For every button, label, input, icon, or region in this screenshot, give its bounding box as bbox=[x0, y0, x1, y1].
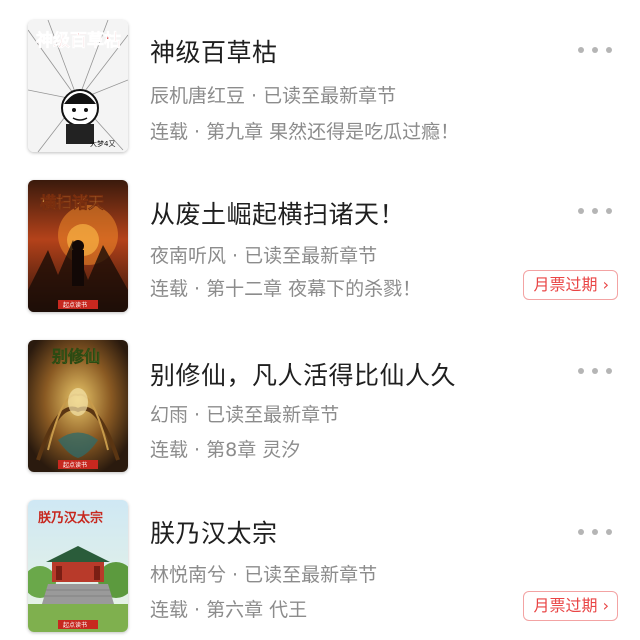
cover-publisher-text: 起点读书 bbox=[63, 461, 87, 469]
more-dots-icon[interactable] bbox=[578, 366, 612, 376]
cover-art: 神级百草枯 大梦4又 bbox=[28, 20, 128, 152]
book-update-status: 连载 · 第六章 代王 bbox=[150, 599, 308, 621]
cover-title-text: 横扫诸天 bbox=[40, 193, 105, 212]
bookshelf-list: 神级百草枯 大梦4又 神级百草枯 辰机唐红豆 · 已读至最新章节 连载 · 第九… bbox=[0, 0, 640, 640]
book-author-progress: 夜南听风 · 已读至最新章节 bbox=[150, 245, 378, 267]
cover-title-text: 神级百草枯 bbox=[36, 30, 121, 51]
book-cover[interactable]: 神级百草枯 大梦4又 bbox=[28, 20, 128, 152]
book-cover[interactable]: 别修仙 起点读书 bbox=[28, 340, 128, 472]
cover-publisher-text: 起点读书 bbox=[63, 621, 87, 629]
book-author-progress: 幻雨 · 已读至最新章节 bbox=[150, 404, 340, 426]
cover-author-text: 大梦4又 bbox=[90, 139, 115, 148]
more-dots-icon[interactable] bbox=[578, 45, 612, 55]
cover-publisher-text: 起点读书 bbox=[63, 301, 87, 309]
book-update-status: 连载 · 第十二章 夜幕下的杀戮！ bbox=[150, 278, 422, 300]
book-row[interactable]: 别修仙 起点读书 别修仙，凡人活得比仙人久 幻雨 · 已读至最新章节 连载 · … bbox=[0, 320, 640, 480]
book-cover[interactable]: 横扫诸天 起点读书 bbox=[28, 180, 128, 312]
cover-title-text: 别修仙 bbox=[51, 347, 100, 366]
cover-art: 朕乃汉太宗 起点读书 bbox=[28, 500, 128, 632]
book-author-progress: 林悦南兮 · 已读至最新章节 bbox=[150, 564, 378, 586]
book-title[interactable]: 神级百草枯 bbox=[150, 33, 278, 69]
cover-art: 别修仙 起点读书 bbox=[28, 340, 128, 472]
book-title[interactable]: 从废土崛起横扫诸天！ bbox=[150, 195, 405, 231]
book-update-status: 连载 · 第九章 果然还得是吃瓜过瘾！ bbox=[150, 121, 460, 143]
book-author-progress: 辰机唐红豆 · 已读至最新章节 bbox=[150, 85, 397, 107]
book-title[interactable]: 别修仙，凡人活得比仙人久 bbox=[150, 356, 456, 392]
book-row[interactable]: 横扫诸天 起点读书 从废土崛起横扫诸天！ 夜南听风 · 已读至最新章节 连载 ·… bbox=[0, 160, 640, 320]
cover-art: 横扫诸天 起点读书 bbox=[28, 180, 128, 312]
book-cover[interactable]: 朕乃汉太宗 起点读书 bbox=[28, 500, 128, 632]
book-row[interactable]: 神级百草枯 大梦4又 神级百草枯 辰机唐红豆 · 已读至最新章节 连载 · 第九… bbox=[0, 0, 640, 160]
book-title[interactable]: 朕乃汉太宗 bbox=[150, 514, 278, 550]
more-dots-icon[interactable] bbox=[578, 206, 612, 216]
book-row[interactable]: 朕乃汉太宗 起点读书 朕乃汉太宗 林悦南兮 · 已读至最新章节 连载 · 第六章… bbox=[0, 480, 640, 640]
more-dots-icon[interactable] bbox=[578, 527, 612, 537]
book-update-status: 连载 · 第8章 灵汐 bbox=[150, 439, 301, 461]
monthly-ticket-expired-button[interactable]: 月票过期 › bbox=[522, 591, 618, 621]
monthly-ticket-expired-button[interactable]: 月票过期 › bbox=[522, 270, 618, 300]
cover-title-text: 朕乃汉太宗 bbox=[38, 510, 103, 526]
